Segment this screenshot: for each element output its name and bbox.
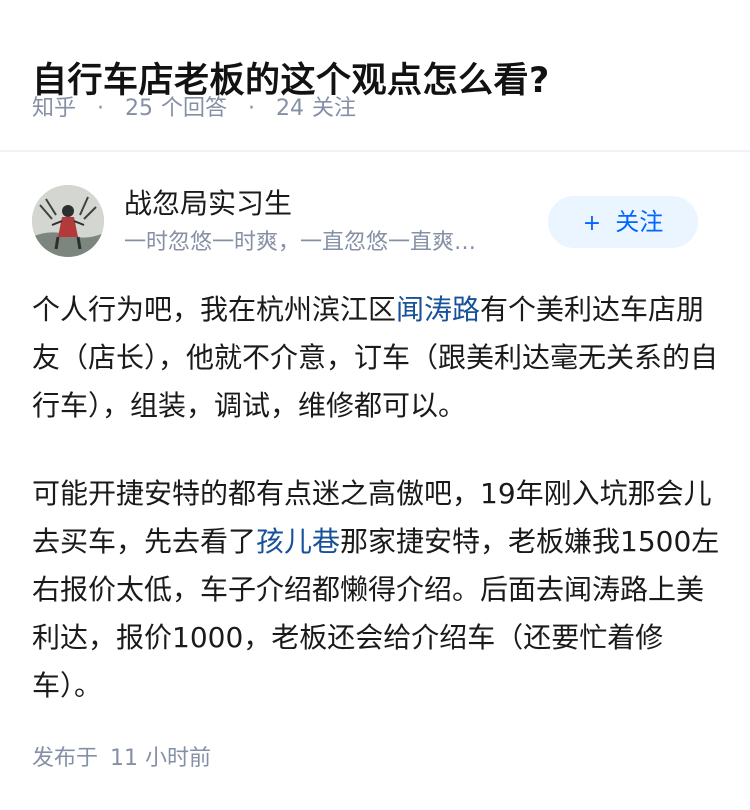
meta-separator: · xyxy=(97,96,105,121)
answer-paragraph: 个人行为吧，我在杭州滨江区闻涛路有个美利达车店朋友（店长），他就不介意，订车（跟… xyxy=(32,286,722,430)
plus-icon: + xyxy=(582,211,602,236)
answer-count-label[interactable]: 个回答 xyxy=(161,96,227,121)
author-bio: 一时忽悠一时爽，一直忽悠一直爽… xyxy=(124,230,477,255)
publish-label: 发布于 xyxy=(32,746,99,771)
section-divider xyxy=(0,150,750,152)
avatar-image xyxy=(32,185,104,257)
author-avatar[interactable] xyxy=(32,185,104,257)
answer-text: 个人行为吧，我在杭州滨江区 xyxy=(32,293,397,326)
follower-count-label[interactable]: 关注 xyxy=(312,96,356,121)
answer-link-haier-lane[interactable]: 孩儿巷 xyxy=(256,525,340,558)
publish-time-value: 11 小时前 xyxy=(110,746,212,771)
author-name[interactable]: 战忽局实习生 xyxy=(124,186,292,222)
answer-count: 25 xyxy=(125,96,154,121)
source-label[interactable]: 知乎 xyxy=(32,96,76,121)
meta-separator: · xyxy=(248,96,256,121)
answer-paragraph: 可能开捷安特的都有点迷之高傲吧，19年刚入坑那会儿去买车，先去看了孩儿巷那家捷安… xyxy=(32,470,722,710)
question-meta: 知乎 · 25 个回答 · 24 关注 xyxy=(32,94,356,124)
follow-button-label: 关注 xyxy=(615,208,664,236)
answer-content: 个人行为吧，我在杭州滨江区闻涛路有个美利达车店朋友（店长），他就不介意，订车（跟… xyxy=(32,286,722,710)
publish-time: 发布于 11 小时前 xyxy=(32,744,211,774)
answer-link-wentao-road[interactable]: 闻涛路 xyxy=(396,293,480,326)
follow-button[interactable]: + 关注 xyxy=(548,196,698,248)
follower-count: 24 xyxy=(276,96,305,121)
